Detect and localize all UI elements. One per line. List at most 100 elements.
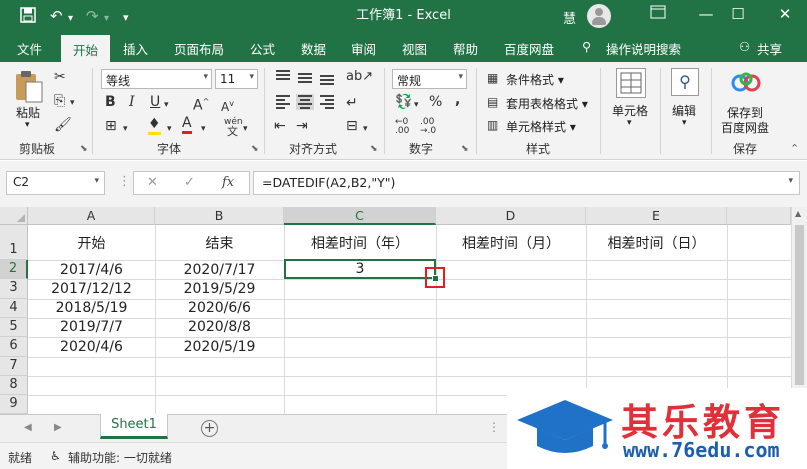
search-icon[interactable]: ⚲ [671,68,699,96]
tab-baidu-netdisk[interactable]: 百度网盘 [504,39,554,58]
cells-icon[interactable] [616,68,646,98]
number-launcher-icon[interactable]: ⬊ [461,144,469,154]
cell-a5[interactable]: 2019/7/7 [28,319,155,335]
maximize-icon[interactable]: ☐ [723,5,753,23]
row-header-8[interactable]: 8 [0,376,28,395]
italic-icon[interactable]: I [129,94,135,110]
collapse-ribbon-icon[interactable]: ⌃ [790,142,799,155]
tab-data[interactable]: 数据 [301,39,326,58]
fill-color-dropdown-icon[interactable]: ▾ [167,121,172,137]
font-name-select[interactable]: 等线 ▾ [101,69,212,89]
borders-dropdown-icon[interactable]: ▾ [123,121,128,137]
editing-dropdown-icon[interactable]: ▾ [682,118,687,128]
alignment-launcher-icon[interactable]: ⬊ [370,144,378,154]
format-painter-icon[interactable]: 🖌 [54,117,72,133]
bold-icon[interactable]: B [105,94,116,110]
cell-e1[interactable]: 相差时间（日） [586,233,727,253]
cell-d1[interactable]: 相差时间（月） [436,233,586,253]
editing-button[interactable]: 编辑 [672,102,696,119]
merge-dropdown-icon[interactable]: ▾ [363,121,368,137]
expand-formula-bar-icon[interactable]: ▾ [788,176,793,186]
tab-page-layout[interactable]: 页面布局 [174,39,224,58]
align-left-icon[interactable] [274,94,292,110]
tab-help[interactable]: 帮助 [453,39,478,58]
cell-b5[interactable]: 2020/8/8 [155,319,284,335]
tab-review[interactable]: 审阅 [351,39,376,58]
paste-icon[interactable] [12,68,48,108]
scroll-thumb[interactable] [795,225,804,385]
merge-center-icon[interactable]: ⊟ [346,118,358,134]
scroll-up-icon[interactable]: ▲ [795,209,801,218]
tab-split-handle-icon[interactable]: ⋮ [488,420,500,434]
fill-color-icon[interactable]: ♦ [148,116,161,135]
column-header-e[interactable]: E [586,207,727,225]
number-format-select[interactable]: 常规 ▾ [392,69,467,89]
row-header-1[interactable]: 1 [0,225,28,260]
vertical-scrollbar[interactable]: ▲ [791,207,807,414]
tab-home[interactable]: 开始 [61,35,111,62]
comma-style-icon[interactable]: , [455,92,460,108]
ribbon-display-options-icon[interactable] [643,5,673,23]
select-all-button[interactable] [0,207,28,225]
clipboard-launcher-icon[interactable]: ⬊ [80,144,88,154]
align-center-icon[interactable] [296,94,314,110]
cells-button[interactable]: 单元格 [612,102,648,119]
previous-sheet-icon[interactable]: ◀ [24,422,32,433]
next-sheet-icon[interactable]: ▶ [54,422,62,433]
font-launcher-icon[interactable]: ⬊ [251,144,259,154]
row-header-3[interactable]: 3 [0,279,28,299]
format-as-table-button[interactable]: 套用表格格式 ▾ [506,95,588,112]
font-color-icon[interactable]: A [182,115,192,134]
name-box[interactable]: C2 ▾ [6,171,105,195]
row-header-6[interactable]: 6 [0,337,28,357]
increase-font-size-icon[interactable]: A^ [193,94,209,114]
column-header-b[interactable]: B [155,207,284,225]
font-size-select[interactable]: 11 ▾ [215,69,258,89]
cell-styles-button[interactable]: 单元格样式 ▾ [506,118,576,135]
align-right-icon[interactable] [318,94,336,110]
cell-b3[interactable]: 2019/5/29 [155,281,284,297]
row-header-4[interactable]: 4 [0,299,28,318]
tab-file[interactable]: 文件 [17,39,42,58]
percent-style-icon[interactable]: % [429,94,442,110]
cell-c1[interactable]: 相差时间（年） [284,233,436,253]
phonetic-dropdown-icon[interactable]: ▾ [243,121,248,137]
close-icon[interactable]: ✕ [770,5,800,23]
column-header-a[interactable]: A [28,207,155,225]
resize-handle-icon[interactable]: ⋮ [118,174,131,189]
cut-icon[interactable]: ✂ [54,69,66,85]
underline-icon[interactable]: U [150,94,160,110]
enter-icon[interactable]: ✓ [184,175,195,190]
paste-dropdown-icon[interactable]: ▾ [25,120,30,130]
cells-dropdown-icon[interactable]: ▾ [627,118,632,128]
add-sheet-icon[interactable]: + [201,420,218,437]
underline-dropdown-icon[interactable]: ▾ [164,97,169,113]
cell-b2[interactable]: 2020/7/17 [155,262,284,278]
cell-b4[interactable]: 2020/6/6 [155,300,284,316]
increase-decimal-icon[interactable]: ←0.00 [395,118,409,136]
cell-a1[interactable]: 开始 [28,233,155,253]
user-name[interactable]: 慧 [563,8,576,27]
column-header-d[interactable]: D [436,207,586,225]
accounting-dropdown-icon[interactable]: ▾ [414,97,419,113]
cell-b6[interactable]: 2020/5/19 [155,339,284,355]
conditional-format-button[interactable]: 条件格式 ▾ [506,71,564,88]
tab-view[interactable]: 视图 [402,39,427,58]
tab-insert[interactable]: 插入 [123,39,148,58]
orientation-icon[interactable]: ab↗ [346,69,373,85]
wrap-text-icon[interactable]: ↵ [346,95,358,111]
increase-indent-icon[interactable]: ⇥ [296,118,308,134]
copy-dropdown-icon[interactable]: ▾ [70,95,75,111]
insert-function-icon[interactable]: fx [222,175,234,190]
decrease-font-size-icon[interactable]: Av [221,96,234,115]
copy-icon[interactable]: ⎘ [54,93,65,109]
sheet-tab-sheet1[interactable]: Sheet1 [100,414,168,439]
row-header-7[interactable]: 7 [0,357,28,376]
paste-button[interactable]: 粘贴 [16,104,40,121]
baidu-netdisk-icon[interactable] [731,70,761,96]
cell-a3[interactable]: 2017/12/12 [28,281,155,297]
cancel-icon[interactable]: ✕ [147,175,158,190]
tab-formulas[interactable]: 公式 [250,39,275,58]
column-header-c[interactable]: C [284,207,436,225]
font-color-dropdown-icon[interactable]: ▾ [201,121,206,137]
